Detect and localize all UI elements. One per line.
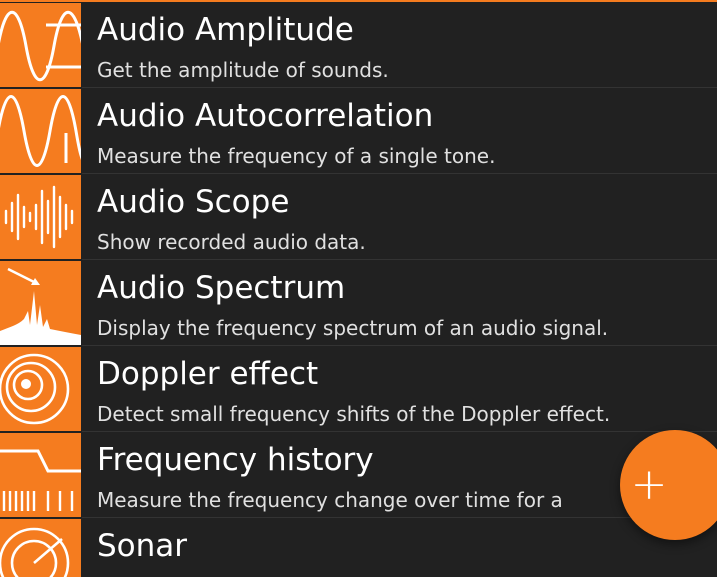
sine-wave-amplitude-icon — [0, 3, 81, 87]
experiment-title: Audio Autocorrelation — [97, 98, 434, 134]
experiment-title: Frequency history — [97, 442, 374, 478]
experiment-description: Measure the frequency change over time f… — [97, 488, 563, 512]
experiment-item-audio-scope[interactable]: Audio Scope Show recorded audio data. — [0, 174, 717, 260]
spectrum-icon — [0, 261, 81, 345]
sonar-icon — [0, 519, 81, 577]
experiment-description: Show recorded audio data. — [97, 230, 366, 254]
experiment-description: Detect small frequency shifts of the Dop… — [97, 402, 611, 426]
experiment-description: Display the frequency spectrum of an aud… — [97, 316, 609, 340]
frequency-step-icon — [0, 433, 81, 517]
experiment-title: Audio Spectrum — [97, 270, 346, 306]
experiment-item-frequency-history[interactable]: Frequency history Measure the frequency … — [0, 432, 717, 518]
experiment-title: Audio Amplitude — [97, 12, 354, 48]
plus-icon: + — [630, 459, 668, 510]
experiment-title: Audio Scope — [97, 184, 290, 220]
experiment-description: Measure the frequency of a single tone. — [97, 144, 496, 168]
experiment-item-doppler-effect[interactable]: Doppler effect Detect small frequency sh… — [0, 346, 717, 432]
concentric-circles-icon — [0, 347, 81, 431]
experiment-list: Audio Amplitude Get the amplitude of sou… — [0, 2, 717, 577]
experiment-item-audio-amplitude[interactable]: Audio Amplitude Get the amplitude of sou… — [0, 2, 717, 88]
experiment-description: Get the amplitude of sounds. — [97, 58, 389, 82]
experiment-item-audio-spectrum[interactable]: Audio Spectrum Display the frequency spe… — [0, 260, 717, 346]
experiment-title: Sonar — [97, 528, 188, 564]
waveform-bars-icon — [0, 175, 81, 259]
experiment-title: Doppler effect — [97, 356, 319, 392]
sine-wave-icon — [0, 89, 81, 173]
experiment-item-sonar[interactable]: Sonar — [0, 518, 717, 577]
experiment-item-audio-autocorrelation[interactable]: Audio Autocorrelation Measure the freque… — [0, 88, 717, 174]
